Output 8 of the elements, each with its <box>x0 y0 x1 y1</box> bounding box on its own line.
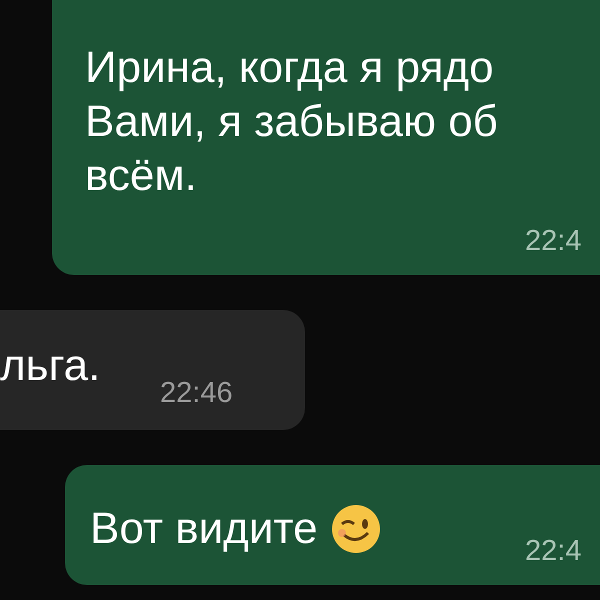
message-text: Ирина, когда я рядо <box>85 42 494 94</box>
message-time: 22:46 <box>160 376 233 411</box>
message-time: 22:4 <box>525 534 582 569</box>
message-text: Вами, я забываю об <box>85 96 498 148</box>
message-time: 22:4 <box>525 224 582 259</box>
message-text: льга. <box>0 340 100 392</box>
message-text: всём. <box>85 150 197 202</box>
message-text: Вот видите <box>90 503 318 555</box>
